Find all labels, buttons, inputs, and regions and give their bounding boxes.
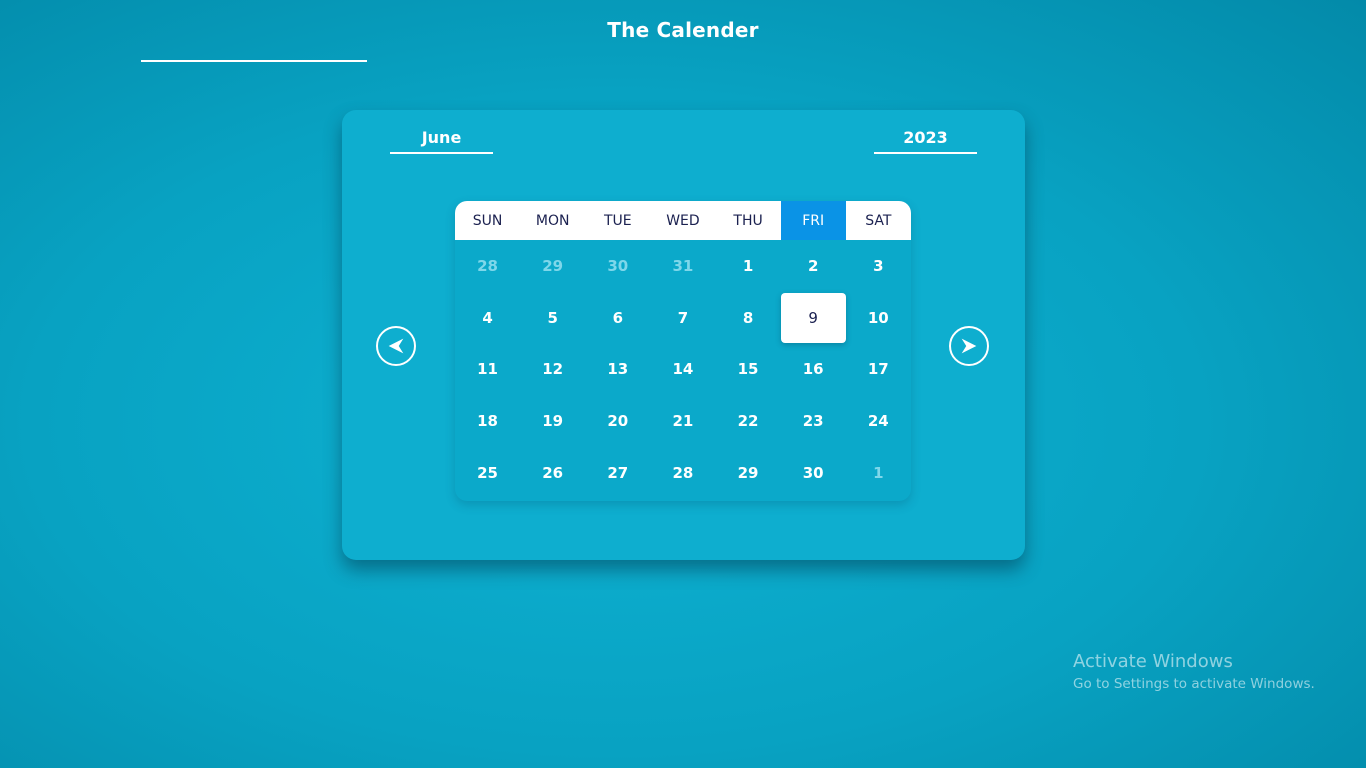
day-cell[interactable]: 17 <box>846 344 911 396</box>
day-cell[interactable]: 29 <box>716 447 781 499</box>
day-cell[interactable]: 4 <box>455 292 520 344</box>
weekday-header: SUN MON TUE WED THU FRI SAT <box>455 201 911 240</box>
day-number: 23 <box>802 412 824 431</box>
day-number: 7 <box>677 308 689 327</box>
day-number: 11 <box>477 360 498 379</box>
weekday-fri: FRI <box>780 201 846 240</box>
day-cell[interactable]: 22 <box>716 395 781 447</box>
day-number: 1 <box>742 256 754 275</box>
day-number: 13 <box>607 360 629 379</box>
day-number: 21 <box>672 412 694 431</box>
weekday-sat: SAT <box>865 212 892 229</box>
day-number: 30 <box>802 464 824 483</box>
weekday-mon: MON <box>535 212 570 229</box>
day-number: 27 <box>607 464 629 483</box>
title-underline <box>141 60 367 62</box>
day-number: 6 <box>612 308 624 327</box>
calendar-week-row: 4 5 6 7 8 9 10 <box>455 292 911 344</box>
day-cell[interactable]: 6 <box>585 292 650 344</box>
month-selector[interactable]: June <box>390 128 493 154</box>
adjacent-month-day-cell[interactable]: 1 <box>846 447 911 499</box>
day-cell[interactable]: 8 <box>716 292 781 344</box>
day-cell[interactable]: 12 <box>520 344 585 396</box>
day-cell[interactable]: 23 <box>781 395 846 447</box>
adjacent-month-day-cell[interactable]: 30 <box>585 240 650 292</box>
day-number: 3 <box>873 256 884 275</box>
calendar-week-row: 28 29 30 31 1 2 3 <box>455 240 911 292</box>
day-number: 14 <box>672 360 694 379</box>
day-number: 28 <box>672 464 694 483</box>
previous-month-button[interactable] <box>376 326 416 366</box>
weekday-sun: SUN <box>472 212 503 229</box>
day-cell[interactable]: 2 <box>781 240 846 292</box>
day-cell[interactable]: 13 <box>585 344 650 396</box>
adjacent-month-day-cell[interactable]: 31 <box>650 240 715 292</box>
day-number: 5 <box>547 308 558 327</box>
day-number: 16 <box>802 360 824 379</box>
day-cell[interactable]: 7 <box>650 292 715 344</box>
day-cell[interactable]: 27 <box>585 447 650 499</box>
day-number: 9 <box>808 308 818 327</box>
day-cell[interactable]: 14 <box>650 344 715 396</box>
day-cell[interactable]: 11 <box>455 344 520 396</box>
day-number: 17 <box>867 360 889 379</box>
calendar-week-row: 18 19 20 21 22 23 24 <box>455 395 911 447</box>
adjacent-month-day-cell[interactable]: 29 <box>520 240 585 292</box>
day-number: 28 <box>477 256 498 275</box>
day-cell[interactable]: 25 <box>455 447 520 499</box>
watermark-subtitle: Go to Settings to activate Windows. <box>1073 676 1315 692</box>
day-cell[interactable]: 28 <box>650 447 715 499</box>
calendar-weeks: 28 29 30 31 1 2 3 4 5 6 7 8 9 10 11 12 13 14 15 16 17 18 19 20 2… <box>455 240 911 499</box>
day-cell[interactable]: 24 <box>846 395 911 447</box>
arrow-left-icon <box>388 338 404 354</box>
page-title: The Calender <box>607 18 759 42</box>
day-number: 19 <box>542 412 564 431</box>
day-cell[interactable]: 19 <box>520 395 585 447</box>
day-number: 18 <box>477 412 498 431</box>
arrow-right-icon <box>961 338 977 354</box>
day-number: 31 <box>672 256 694 275</box>
day-number: 15 <box>737 360 759 379</box>
adjacent-month-day-cell[interactable]: 28 <box>455 240 520 292</box>
next-month-button[interactable] <box>949 326 989 366</box>
day-number: 10 <box>867 308 889 327</box>
weekday-thu: THU <box>733 212 763 229</box>
day-number: 1 <box>873 464 884 483</box>
day-cell[interactable]: 18 <box>455 395 520 447</box>
day-cell[interactable]: 21 <box>650 395 715 447</box>
day-cell[interactable]: 15 <box>716 344 781 396</box>
calendar-grid: SUN MON TUE WED THU FRI SAT 28 29 30 31 1 2 3 4 5 6 7 8 9 1… <box>455 201 911 501</box>
day-number: 4 <box>482 308 493 327</box>
day-number: 30 <box>607 256 629 275</box>
day-number: 8 <box>742 308 754 327</box>
watermark-title: Activate Windows <box>1073 651 1233 672</box>
day-number: 29 <box>737 464 759 483</box>
day-number: 29 <box>542 256 564 275</box>
day-cell[interactable]: 1 <box>716 240 781 292</box>
day-number: 22 <box>737 412 759 431</box>
day-cell[interactable]: 26 <box>520 447 585 499</box>
day-cell[interactable]: 10 <box>846 292 911 344</box>
day-cell[interactable]: 5 <box>520 292 585 344</box>
day-cell[interactable]: 3 <box>846 240 911 292</box>
day-number: 24 <box>867 412 889 431</box>
day-cell[interactable]: 30 <box>781 447 846 499</box>
selected-day-cell[interactable]: 9 <box>780 292 846 344</box>
day-number: 12 <box>542 360 564 379</box>
weekday-tue: TUE <box>603 212 632 229</box>
day-number: 25 <box>477 464 498 483</box>
day-cell[interactable]: 16 <box>781 344 846 396</box>
day-cell[interactable]: 20 <box>585 395 650 447</box>
weekday-wed: WED <box>666 212 700 229</box>
day-number: 20 <box>607 412 629 431</box>
calendar-week-row: 25 26 27 28 29 30 1 <box>455 447 911 499</box>
year-selector[interactable]: 2023 <box>874 128 977 154</box>
day-number: 26 <box>542 464 564 483</box>
windows-activation-watermark: Activate Windows Go to Settings to activ… <box>1073 651 1315 692</box>
calendar-week-row: 11 12 13 14 15 16 17 <box>455 344 911 396</box>
day-number: 2 <box>807 256 819 275</box>
calendar-card: June 2023 SUN MON TUE WED THU FRI SAT 28 29 30 31… <box>342 110 1025 560</box>
